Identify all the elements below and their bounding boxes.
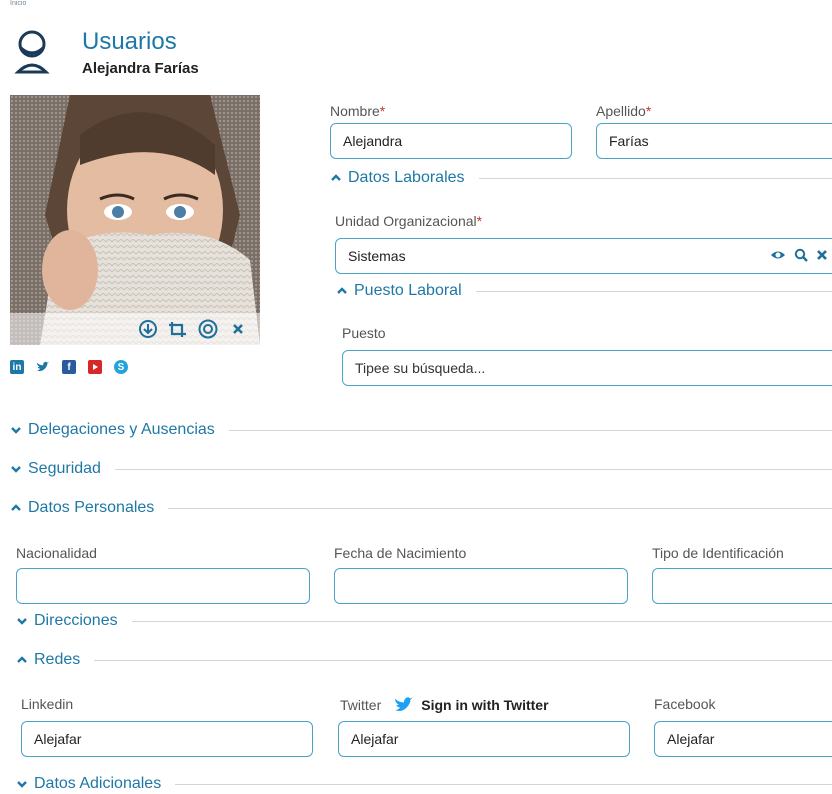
section-direcciones[interactable]: Direcciones: [16, 611, 832, 631]
chevron-down-icon: [17, 618, 27, 625]
eye-icon[interactable]: [770, 249, 786, 261]
section-title: Direcciones: [34, 612, 118, 629]
puesto-search-input[interactable]: [342, 350, 832, 386]
skype-icon[interactable]: S: [114, 360, 128, 374]
twitter-label: Twitter: [340, 697, 382, 713]
section-title: Delegaciones y Ausencias: [28, 421, 215, 438]
chevron-up-icon: [11, 504, 21, 511]
section-divider: [228, 429, 832, 431]
youtube-icon[interactable]: [88, 360, 102, 374]
nacionalidad-label: Nacionalidad: [16, 545, 97, 561]
section-divider: [114, 468, 832, 470]
fecha-nacimiento-label: Fecha de Nacimiento: [334, 545, 467, 561]
fecha-nacimiento-input[interactable]: [334, 568, 628, 604]
user-outline-icon: [14, 30, 50, 74]
section-datos-adicionales[interactable]: Datos Adicionales: [16, 774, 832, 794]
sign-in-with-twitter-label: Sign in with Twitter: [421, 697, 549, 713]
puesto-label: Puesto: [342, 325, 386, 341]
linkedin-input[interactable]: [21, 721, 313, 757]
sign-in-with-twitter-button[interactable]: Sign in with Twitter: [393, 696, 549, 714]
tipo-identificacion-label: Tipo de Identificación: [652, 545, 784, 561]
facebook-input[interactable]: [654, 721, 832, 757]
twitter-input[interactable]: [338, 721, 630, 757]
nombre-input[interactable]: [330, 123, 572, 159]
unidad-org-label: Unidad Organizacional*: [335, 213, 483, 229]
unidad-org-actions: [770, 248, 828, 262]
linkedin-icon[interactable]: in: [10, 360, 24, 374]
section-title: Redes: [34, 651, 81, 668]
section-puesto-laboral[interactable]: Puesto Laboral: [336, 281, 832, 301]
section-title: Seguridad: [28, 460, 101, 477]
section-divider: [478, 177, 832, 179]
twitter-icon[interactable]: [36, 360, 50, 374]
page-subtitle: Alejandra Farías: [82, 60, 199, 77]
photo-toolbar: [10, 313, 260, 345]
section-seguridad[interactable]: Seguridad: [10, 459, 832, 479]
section-datos-personales[interactable]: Datos Personales: [10, 498, 832, 518]
chevron-up-icon: [337, 287, 347, 294]
section-title: Datos Personales: [28, 499, 155, 516]
remove-icon[interactable]: [228, 319, 248, 339]
facebook-label: Facebook: [654, 696, 716, 712]
section-divider: [175, 783, 832, 785]
nacionalidad-input[interactable]: [16, 568, 310, 604]
section-redes[interactable]: Redes: [16, 650, 832, 670]
chevron-up-icon: [17, 656, 27, 663]
social-icons: in f S: [10, 360, 128, 374]
section-divider: [475, 290, 832, 292]
apellido-input[interactable]: [596, 123, 832, 159]
apellido-label: Apellido*: [596, 103, 652, 119]
page-title: Usuarios: [82, 28, 177, 55]
chevron-up-icon: [331, 174, 341, 181]
section-divider: [131, 620, 832, 622]
view-icon[interactable]: [198, 319, 218, 339]
tipo-identificacion-input[interactable]: [652, 568, 832, 604]
facebook-icon[interactable]: f: [62, 360, 76, 374]
section-title: Datos Adicionales: [34, 775, 162, 792]
profile-photo: [10, 95, 260, 345]
chevron-down-icon: [11, 427, 21, 434]
breadcrumb[interactable]: Inicio: [10, 0, 26, 7]
profile-photo-image: [10, 95, 260, 345]
nombre-label: Nombre*: [330, 103, 386, 119]
chevron-down-icon: [17, 781, 27, 788]
section-divider: [94, 659, 832, 661]
clear-icon[interactable]: [816, 249, 828, 261]
twitter-label-row: Twitter Sign in with Twitter: [340, 696, 549, 714]
search-icon[interactable]: [794, 248, 808, 262]
section-delegaciones[interactable]: Delegaciones y Ausencias: [10, 420, 832, 440]
section-title: Puesto Laboral: [354, 282, 462, 299]
crop-icon[interactable]: [168, 319, 188, 339]
twitter-bird-icon: [395, 697, 414, 711]
chevron-down-icon: [11, 466, 21, 473]
section-title: Datos Laborales: [348, 169, 465, 186]
linkedin-label: Linkedin: [21, 696, 74, 712]
download-icon[interactable]: [138, 319, 158, 339]
section-datos-laborales[interactable]: Datos Laborales: [330, 168, 832, 188]
unidad-org-input[interactable]: [335, 238, 832, 274]
section-divider: [168, 507, 832, 509]
